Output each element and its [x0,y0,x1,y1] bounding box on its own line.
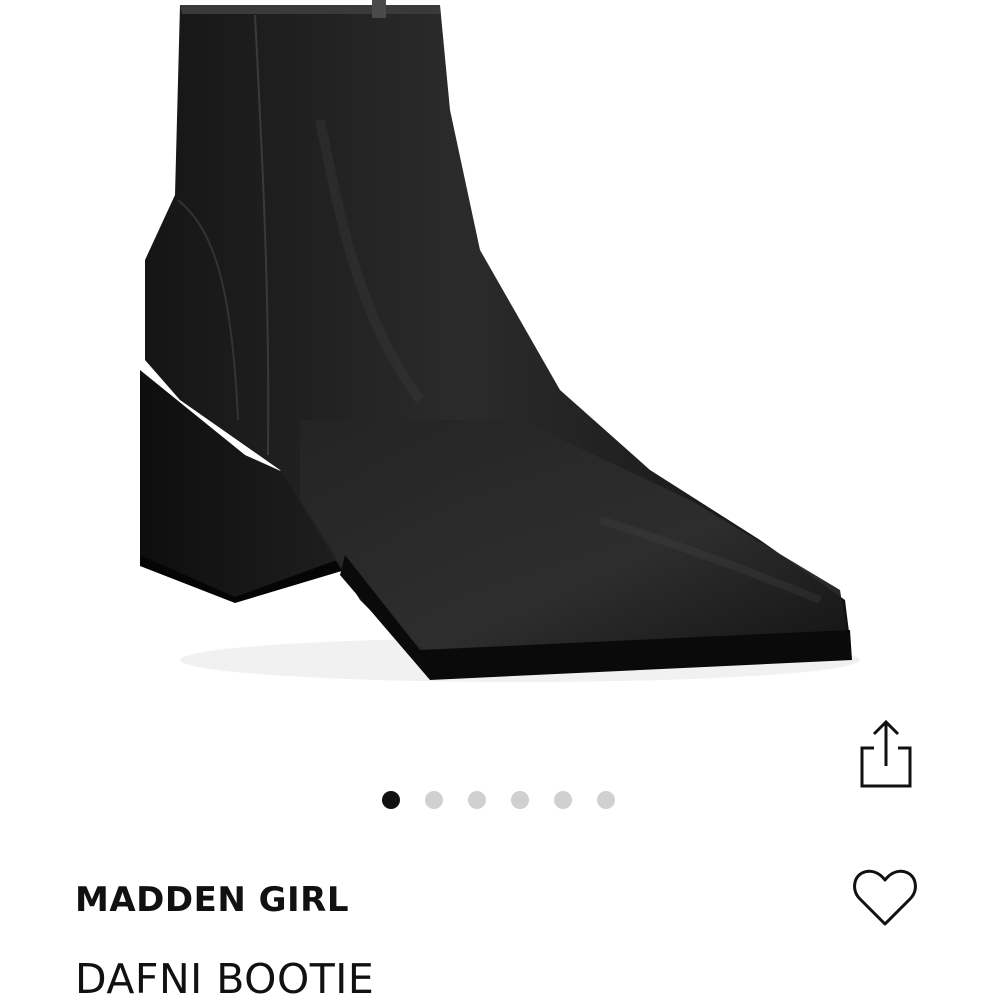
image-carousel-dots [382,790,615,810]
carousel-dot-4[interactable] [511,791,529,809]
carousel-dot-6[interactable] [597,791,615,809]
favorite-button[interactable] [850,866,920,930]
share-button[interactable] [856,716,918,792]
heart-outline-icon [853,869,917,926]
carousel-dot-2[interactable] [425,791,443,809]
product-name: DAFNI BOOTIE [75,955,375,1000]
product-brand[interactable]: MADDEN GIRL [75,880,349,920]
carousel-dot-5[interactable] [554,791,572,809]
share-icon [860,719,912,788]
bootie-illustration [140,0,860,682]
carousel-dot-1[interactable] [382,791,400,809]
carousel-dot-3[interactable] [468,791,486,809]
product-detail-page: MADDEN GIRL DAFNI BOOTIE [0,0,1000,1000]
product-image[interactable] [0,0,1000,760]
